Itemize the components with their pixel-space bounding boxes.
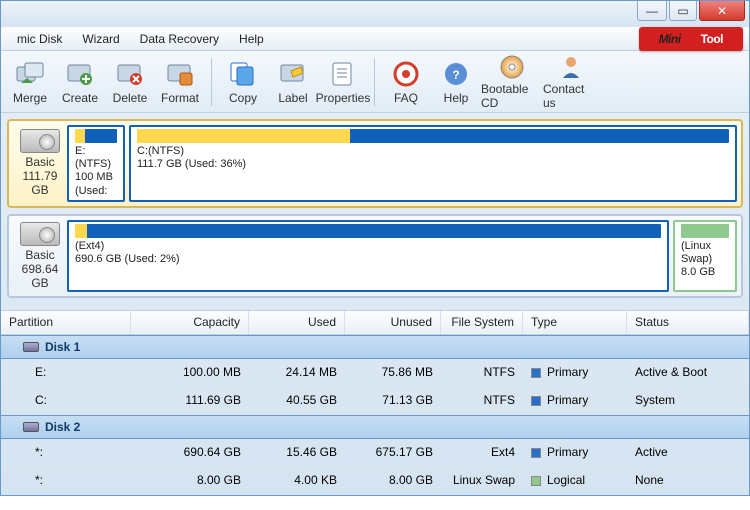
disk-group-header[interactable]: Disk 1 — [1, 335, 749, 359]
table-row[interactable]: *:690.64 GB15.46 GB675.17 GBExt4PrimaryA… — [1, 439, 749, 467]
disk-partitions: E:(NTFS)100 MB (Used:C:(NTFS)111.7 GB (U… — [67, 125, 737, 202]
menubar: mic Disk Wizard Data Recovery Help MiniT… — [1, 27, 749, 51]
label-icon — [278, 59, 308, 89]
contact-icon — [556, 54, 586, 80]
maximize-button[interactable]: ▭ — [669, 1, 697, 21]
table-row[interactable]: E:100.00 MB24.14 MB75.86 MBNTFSPrimaryAc… — [1, 359, 749, 387]
merge-button[interactable]: Merge — [5, 54, 55, 110]
toolbar-separator — [374, 58, 375, 106]
main-window: — ▭ ✕ mic Disk Wizard Data Recovery Help… — [0, 0, 750, 496]
logo: MiniTool — [639, 27, 743, 51]
menu-dynamic-disk[interactable]: mic Disk — [7, 29, 72, 49]
partition-block[interactable]: C:(NTFS)111.7 GB (Used: 36%) — [129, 125, 737, 202]
faq-button[interactable]: FAQ — [381, 54, 431, 110]
copy-icon — [228, 59, 258, 89]
label-button[interactable]: Label — [268, 54, 318, 110]
titlebar: — ▭ ✕ — [1, 1, 749, 27]
create-icon — [65, 59, 95, 89]
disk-group-header[interactable]: Disk 2 — [1, 415, 749, 439]
col-capacity[interactable]: Capacity — [131, 311, 249, 334]
merge-icon — [15, 59, 45, 89]
delete-button[interactable]: Delete — [105, 54, 155, 110]
col-filesystem[interactable]: File System — [441, 311, 523, 334]
col-unused[interactable]: Unused — [345, 311, 441, 334]
table-row[interactable]: C:111.69 GB40.55 GB71.13 GBNTFSPrimarySy… — [1, 387, 749, 415]
properties-icon — [328, 59, 358, 89]
bootable-cd-button[interactable]: Bootable CD — [481, 54, 543, 110]
disk-row[interactable]: Basic111.79 GBE:(NTFS)100 MB (Used:C:(NT… — [7, 119, 743, 208]
col-status[interactable]: Status — [627, 311, 749, 334]
faq-icon — [391, 59, 421, 89]
partition-block[interactable]: E:(NTFS)100 MB (Used: — [67, 125, 125, 202]
disk-small-icon — [23, 422, 39, 432]
format-icon — [165, 59, 195, 89]
disk-map-area: Basic111.79 GBE:(NTFS)100 MB (Used:C:(NT… — [1, 113, 749, 310]
disk-row[interactable]: Basic698.64 GB(Ext4)690.6 GB (Used: 2%)(… — [7, 214, 743, 298]
copy-button[interactable]: Copy — [218, 54, 268, 110]
menu-wizard[interactable]: Wizard — [72, 29, 129, 49]
properties-button[interactable]: Properties — [318, 54, 368, 110]
disk-small-icon — [23, 342, 39, 352]
table-body: Disk 1E:100.00 MB24.14 MB75.86 MBNTFSPri… — [1, 335, 749, 495]
minimize-button[interactable]: — — [637, 1, 667, 21]
table-row[interactable]: *:8.00 GB4.00 KB8.00 GBLinux SwapLogical… — [1, 467, 749, 495]
svg-text:?: ? — [452, 68, 459, 82]
delete-icon — [115, 59, 145, 89]
toolbar-separator — [211, 58, 212, 106]
close-button[interactable]: ✕ — [699, 1, 745, 21]
menu-data-recovery[interactable]: Data Recovery — [130, 29, 229, 49]
cd-icon — [497, 54, 527, 80]
contact-button[interactable]: Contact us — [543, 54, 599, 110]
partition-block[interactable]: (Ext4)690.6 GB (Used: 2%) — [67, 220, 669, 292]
help-icon: ? — [441, 59, 471, 89]
partition-block[interactable]: (Linux Swap)8.0 GB — [673, 220, 737, 292]
disk-partitions: (Ext4)690.6 GB (Used: 2%)(Linux Swap)8.0… — [67, 220, 737, 292]
col-partition[interactable]: Partition — [1, 311, 131, 334]
disk-icon: Basic698.64 GB — [13, 220, 67, 292]
format-button[interactable]: Format — [155, 54, 205, 110]
disk-icon: Basic111.79 GB — [13, 127, 67, 199]
col-used[interactable]: Used — [249, 311, 345, 334]
partition-table: Partition Capacity Used Unused File Syst… — [1, 310, 749, 495]
toolbar: Merge Create Delete Format Copy Label Pr… — [1, 51, 749, 113]
help-button[interactable]: ? Help — [431, 54, 481, 110]
table-header: Partition Capacity Used Unused File Syst… — [1, 311, 749, 335]
create-button[interactable]: Create — [55, 54, 105, 110]
col-type[interactable]: Type — [523, 311, 627, 334]
menu-help[interactable]: Help — [229, 29, 274, 49]
